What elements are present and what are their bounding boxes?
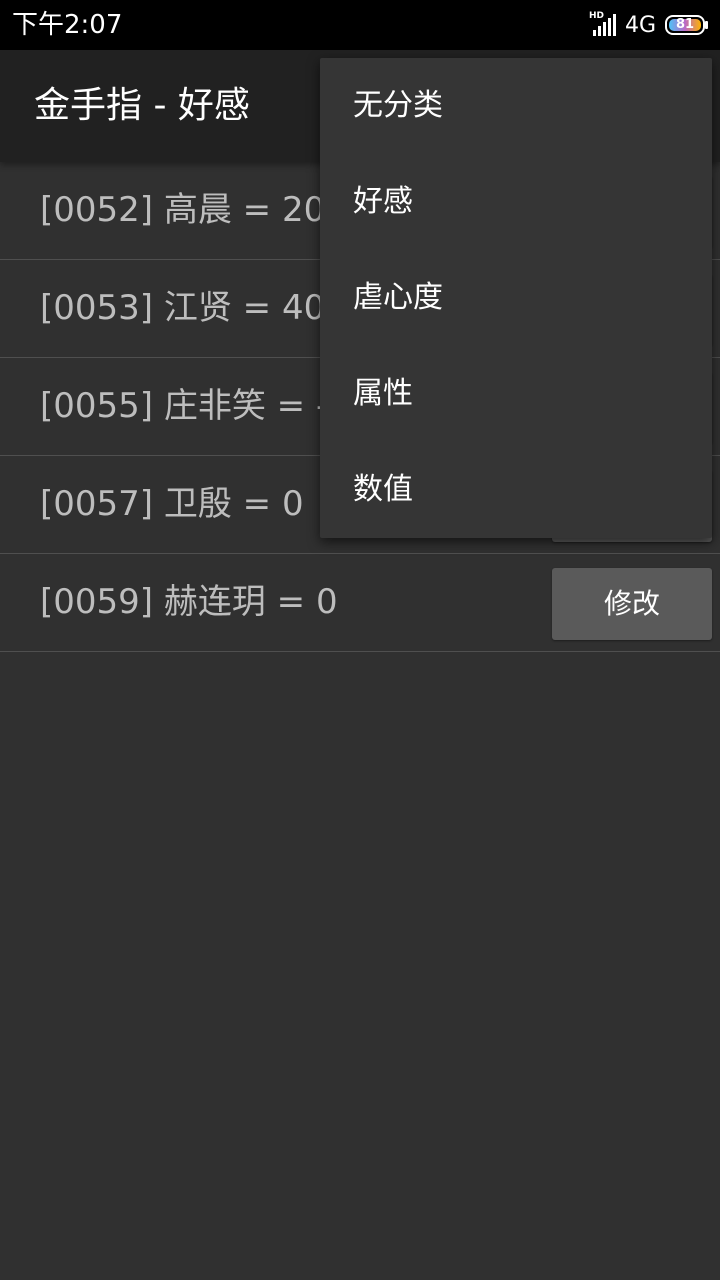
list-item-text: [0059] 赫连玥 = 0	[40, 582, 338, 622]
list-item-text: [0055] 庄非笑 = -2	[40, 386, 350, 426]
list-item-text: [0052] 高晨 = 20	[40, 190, 326, 230]
status-bar: 下午2:07 HD 4G 81	[0, 0, 720, 50]
network-type: 4G	[624, 12, 656, 38]
list-item-text: [0057] 卫殷 = 0	[40, 484, 304, 524]
menu-item-affection[interactable]: 好感	[320, 154, 712, 250]
menu-item-uncategorized[interactable]: 无分类	[320, 58, 712, 154]
category-dropdown-menu: 无分类 好感 虐心度 属性 数值	[320, 58, 712, 538]
status-icons: HD 4G 81	[589, 10, 710, 40]
list-item: [0059] 赫连玥 = 0 修改	[0, 554, 720, 652]
edit-button[interactable]: 修改	[552, 568, 712, 640]
page-title: 金手指 - 好感	[34, 85, 250, 126]
menu-item-values[interactable]: 数值	[320, 442, 712, 538]
status-time: 下午2:07	[12, 10, 123, 40]
signal-icon: HD	[588, 11, 619, 37]
battery-icon: 81	[664, 14, 710, 36]
menu-item-attributes[interactable]: 属性	[320, 346, 712, 442]
hd-label: HD	[588, 11, 604, 21]
list-item-text: [0053] 江贤 = 40	[40, 288, 326, 328]
menu-item-heartbreak[interactable]: 虐心度	[320, 250, 712, 346]
battery-level: 81	[676, 17, 695, 32]
